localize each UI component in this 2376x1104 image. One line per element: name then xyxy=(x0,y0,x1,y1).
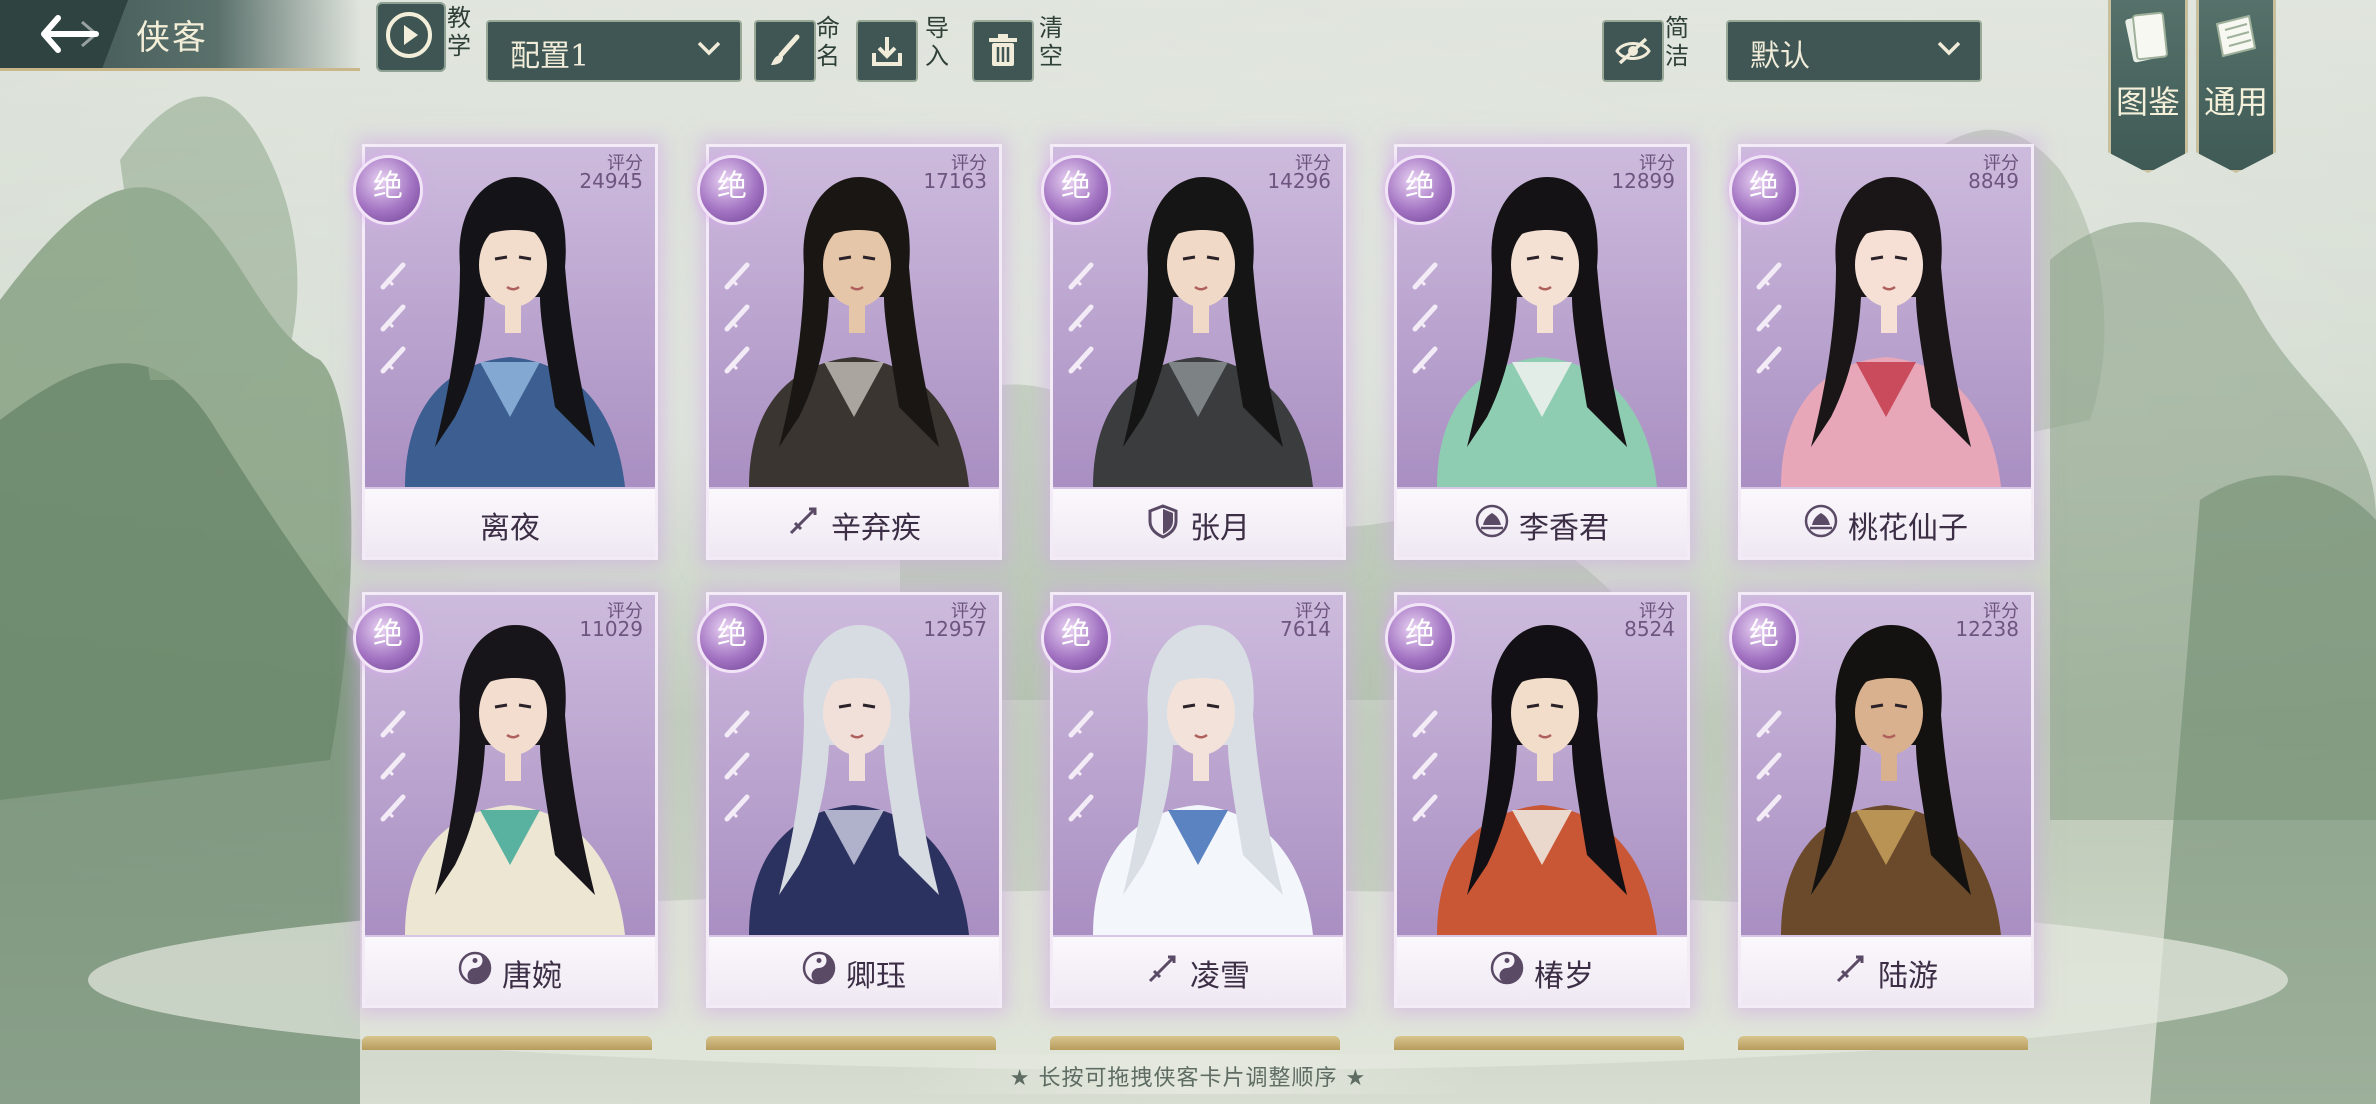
hero-card[interactable]: 绝 评分 8524 椿岁 xyxy=(1385,592,1690,1008)
score-value: 24945 xyxy=(579,169,643,193)
star-swords-icon xyxy=(380,710,406,822)
title-banner: 侠客 xyxy=(0,0,360,71)
rank-badge: 绝 xyxy=(1385,155,1455,225)
hero-card[interactable]: 绝 评分 12899 李香君 xyxy=(1385,144,1690,560)
back-arrow-icon xyxy=(41,15,99,53)
hero-name: 离夜 xyxy=(480,511,540,546)
third-row-peek xyxy=(1394,1036,1684,1050)
hero-card[interactable]: 绝 评分 7614 凌雪 xyxy=(1041,592,1346,1008)
sort-select[interactable]: 默认 xyxy=(1726,20,1982,82)
star-swords-icon xyxy=(1412,710,1438,822)
codex-label: 图鉴 xyxy=(2115,83,2180,121)
star-swords-icon xyxy=(1068,710,1094,822)
codex-tab[interactable]: 图鉴 xyxy=(2108,0,2188,173)
hero-name-bar: 卿珏 xyxy=(709,935,999,1005)
score-value: 17163 xyxy=(923,169,987,193)
hero-name: 陆游 xyxy=(1878,959,1938,994)
rename-button[interactable] xyxy=(754,20,816,82)
rank-badge: 绝 xyxy=(697,155,767,225)
hero-card[interactable]: 绝 评分 11029 唐婉 xyxy=(353,592,658,1008)
eye-hidden-icon xyxy=(1615,37,1651,65)
rank-badge: 绝 xyxy=(1729,603,1799,673)
hero-name: 卿珏 xyxy=(846,959,906,994)
score-value: 12899 xyxy=(1611,169,1675,193)
import-label: 导入 xyxy=(925,14,949,70)
back-button[interactable] xyxy=(0,0,128,68)
hero-card[interactable]: 绝 评分 24945 离夜 xyxy=(353,144,658,560)
chevron-down-icon xyxy=(697,41,721,56)
sort-value: 默认 xyxy=(1750,39,1810,74)
rank-badge: 绝 xyxy=(1041,603,1111,673)
star-swords-icon xyxy=(1068,262,1094,374)
download-icon xyxy=(872,37,902,66)
star-swords-icon xyxy=(380,262,406,374)
simple-mode-label: 简洁 xyxy=(1665,14,1689,70)
rank-badge: 绝 xyxy=(1385,603,1455,673)
drag-hint: ★ 长按可拖拽侠客卡片调整顺序 ★ xyxy=(1009,1066,1367,1091)
hero-card[interactable]: 绝 评分 12238 陆游 xyxy=(1729,592,2034,1008)
hero-name: 辛弃疾 xyxy=(831,511,921,546)
rank-badge: 绝 xyxy=(353,155,423,225)
scroll-icon xyxy=(2215,14,2257,58)
score-value: 12238 xyxy=(1955,617,2019,641)
hero-name-bar: 唐婉 xyxy=(365,935,655,1005)
rank-badge: 绝 xyxy=(697,603,767,673)
score-value: 12957 xyxy=(923,617,987,641)
hero-name: 唐婉 xyxy=(502,959,562,994)
book-icon xyxy=(2125,11,2168,63)
hero-name-bar: 李香君 xyxy=(1397,487,1687,557)
clear-button[interactable] xyxy=(972,20,1034,82)
hero-name-bar: 辛弃疾 xyxy=(709,487,999,557)
chevron-down-icon xyxy=(1937,41,1961,56)
clear-label: 清空 xyxy=(1039,14,1063,70)
trash-icon xyxy=(989,34,1017,66)
preset-select[interactable]: 配置1 xyxy=(486,20,742,82)
play-icon xyxy=(386,12,432,58)
hero-name-bar: 椿岁 xyxy=(1397,935,1687,1005)
rank-badge: 绝 xyxy=(1729,155,1799,225)
score-value: 14296 xyxy=(1267,169,1331,193)
star-swords-icon xyxy=(724,710,750,822)
import-button[interactable] xyxy=(856,20,918,82)
general-tab[interactable]: 通用 xyxy=(2196,0,2276,173)
score-value: 7614 xyxy=(1280,617,1331,641)
star-swords-icon xyxy=(1756,262,1782,374)
top-bar: 侠客 教学 配置1 命名 导入 清空 简洁 默认 图鉴 通用 xyxy=(0,0,2376,173)
preset-value: 配置1 xyxy=(510,39,590,74)
star-swords-icon xyxy=(1412,262,1438,374)
hero-card[interactable]: 绝 评分 14296 张月 xyxy=(1041,144,1346,560)
hero-name-bar: 陆游 xyxy=(1741,935,2031,1005)
tutorial-button[interactable] xyxy=(376,2,446,72)
third-row-peek xyxy=(362,1036,652,1050)
brush-icon xyxy=(771,34,800,65)
third-row-peek xyxy=(1050,1036,1340,1050)
score-value: 8849 xyxy=(1968,169,2019,193)
hero-name: 椿岁 xyxy=(1534,959,1594,994)
page-title: 侠客 xyxy=(136,18,208,58)
hero-card[interactable]: 绝 评分 12957 卿珏 xyxy=(697,592,1002,1008)
star-swords-icon xyxy=(1756,710,1782,822)
star-swords-icon xyxy=(724,262,750,374)
hero-name: 李香君 xyxy=(1519,511,1609,546)
hero-card[interactable]: 绝 评分 17163 辛弃疾 xyxy=(697,144,1002,560)
third-row-peek xyxy=(706,1036,996,1050)
simple-mode-button[interactable] xyxy=(1602,20,1664,82)
tutorial-label: 教学 xyxy=(447,4,471,60)
hero-name-bar: 桃花仙子 xyxy=(1741,487,2031,557)
hero-name: 张月 xyxy=(1190,511,1250,546)
third-row-peek xyxy=(1738,1036,2028,1050)
rank-badge: 绝 xyxy=(353,603,423,673)
rank-badge: 绝 xyxy=(1041,155,1111,225)
hero-card[interactable]: 绝 评分 8849 桃花仙子 xyxy=(1729,144,2034,560)
score-value: 8524 xyxy=(1624,617,1675,641)
rename-label: 命名 xyxy=(816,14,840,70)
hero-name-bar: 凌雪 xyxy=(1053,935,1343,1005)
general-label: 通用 xyxy=(2203,83,2268,121)
hero-name-bar: 张月 xyxy=(1053,487,1343,557)
score-value: 11029 xyxy=(579,617,643,641)
hero-name-bar: 离夜 xyxy=(365,487,655,557)
hero-name: 桃花仙子 xyxy=(1848,511,1968,546)
hero-name: 凌雪 xyxy=(1190,959,1250,994)
